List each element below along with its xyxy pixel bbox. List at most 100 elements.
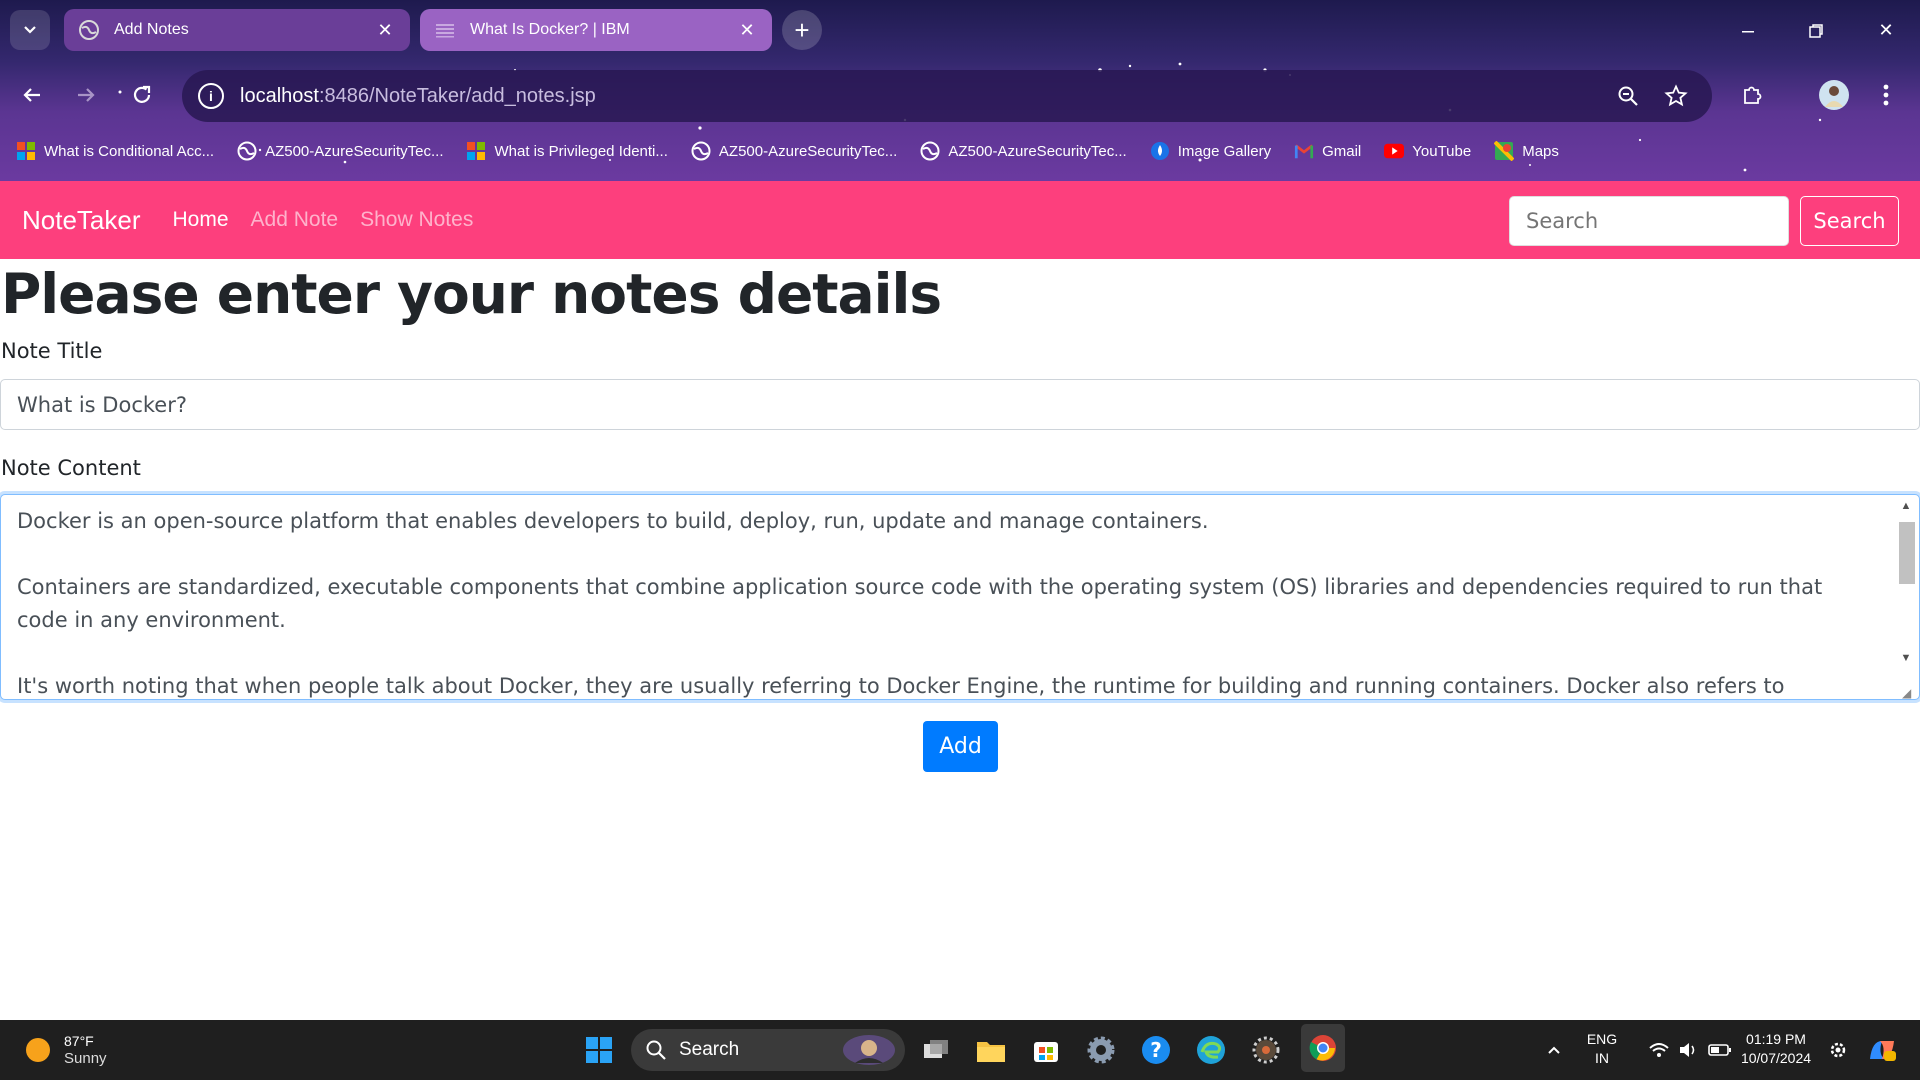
- bookmark-item[interactable]: Image Gallery: [1150, 141, 1271, 161]
- close-icon: ✕: [1878, 20, 1894, 40]
- menu-button[interactable]: [1866, 75, 1906, 115]
- brand-logo[interactable]: NoteTaker: [22, 205, 141, 236]
- nav-show-notes[interactable]: Show Notes: [360, 208, 473, 232]
- weather-widget[interactable]: 87°F Sunny: [26, 1032, 107, 1068]
- minimize-button[interactable]: [1714, 0, 1782, 61]
- sun-icon: [26, 1038, 50, 1062]
- zoom-icon[interactable]: [1608, 76, 1648, 116]
- site-info-icon[interactable]: i: [198, 83, 224, 109]
- search-input[interactable]: [1509, 196, 1789, 246]
- bookmark-label: Gmail: [1322, 142, 1362, 160]
- copilot-icon[interactable]: [1862, 1030, 1902, 1070]
- textarea-scrollbar[interactable]: ▲ ▼: [1895, 498, 1917, 696]
- globe-icon: [691, 141, 711, 161]
- bookmarks-bar: What is Conditional Acc... AZ500-AzureSe…: [0, 133, 1920, 169]
- note-content-textarea[interactable]: Docker is an open-source platform that e…: [0, 494, 1920, 700]
- clock-time: 01:19 PM: [1746, 1031, 1806, 1047]
- language-indicator[interactable]: ENG IN: [1582, 1030, 1622, 1068]
- close-icon[interactable]: ✕: [736, 19, 758, 41]
- edge-icon[interactable]: [1191, 1030, 1231, 1070]
- resize-grip-icon[interactable]: ◢: [1902, 686, 1916, 700]
- url-text[interactable]: localhost:8486/NoteTaker/add_notes.jsp: [240, 85, 1600, 108]
- close-window-button[interactable]: ✕: [1852, 0, 1920, 61]
- note-title-label: Note Title: [1, 339, 103, 363]
- bookmark-item[interactable]: Gmail: [1294, 141, 1361, 161]
- scroll-up-icon[interactable]: ▲: [1899, 500, 1913, 514]
- close-icon[interactable]: ✕: [374, 19, 396, 41]
- wifi-icon: [1649, 1043, 1669, 1057]
- address-bar[interactable]: i localhost:8486/NoteTaker/add_notes.jsp: [182, 70, 1712, 122]
- note-title-input[interactable]: What is Docker?: [0, 379, 1920, 430]
- chevron-up-icon[interactable]: [1534, 1030, 1574, 1070]
- url-host: localhost: [240, 84, 319, 107]
- file-explorer-icon[interactable]: [971, 1030, 1011, 1070]
- windows-taskbar: 87°F Sunny Search ? ENG IN 01:19 PM 10/0…: [0, 1020, 1920, 1080]
- tab-add-notes[interactable]: Add Notes ✕: [64, 9, 410, 51]
- bookmark-label: What is Conditional Acc...: [44, 142, 215, 160]
- search-button[interactable]: Search: [1800, 196, 1899, 246]
- gmail-icon: [1294, 141, 1314, 161]
- forward-button[interactable]: [66, 75, 106, 115]
- nav-add-note[interactable]: Add Note: [251, 208, 339, 232]
- reload-button[interactable]: [122, 75, 162, 115]
- minimize-icon: [1742, 30, 1754, 32]
- note-content-label: Note Content: [1, 456, 141, 480]
- search-highlight-icon: [843, 1035, 895, 1065]
- bookmark-item[interactable]: AZ500-AzureSecurityTec...: [920, 141, 1127, 161]
- bookmark-item[interactable]: AZ500-AzureSecurityTec...: [691, 141, 897, 161]
- avatar-icon: [1819, 80, 1849, 110]
- bookmark-item[interactable]: What is Conditional Acc...: [16, 141, 214, 161]
- microsoft-icon: [466, 141, 486, 161]
- puzzle-icon: [1744, 86, 1762, 104]
- start-button[interactable]: [579, 1030, 619, 1070]
- windows-icon: [586, 1037, 612, 1063]
- site-navbar: NoteTaker Home Add Note Show Notes Searc…: [0, 181, 1920, 259]
- task-view-icon[interactable]: [916, 1030, 956, 1070]
- restore-button[interactable]: [1782, 0, 1850, 61]
- bookmark-item[interactable]: Maps: [1494, 141, 1559, 161]
- gear-app-icon[interactable]: [1246, 1030, 1286, 1070]
- scroll-down-icon[interactable]: ▼: [1899, 652, 1913, 666]
- taskbar-search[interactable]: Search: [631, 1029, 905, 1071]
- add-button[interactable]: Add: [923, 721, 998, 772]
- profile-avatar[interactable]: [1812, 73, 1856, 117]
- bookmark-item[interactable]: AZ500-AzureSecurityTec...: [237, 141, 443, 161]
- bookmark-item[interactable]: What is Privileged Identi...: [466, 141, 668, 161]
- battery-icon: [1708, 1044, 1731, 1056]
- notification-settings-icon[interactable]: [1818, 1030, 1858, 1070]
- taskbar-search-label: Search: [679, 1039, 740, 1060]
- browser-toolbar: i localhost:8486/NoteTaker/add_notes.jsp: [0, 61, 1920, 129]
- tab-what-is-docker[interactable]: What Is Docker? | IBM ✕: [420, 9, 772, 51]
- language-top: ENG: [1586, 1031, 1618, 1047]
- nav-home[interactable]: Home: [173, 208, 229, 232]
- clock[interactable]: 01:19 PM 10/07/2024: [1736, 1030, 1816, 1068]
- temperature: 87°F: [64, 1033, 94, 1049]
- arrow-left-icon: [23, 88, 40, 102]
- help-icon[interactable]: ?: [1136, 1030, 1176, 1070]
- bookmark-label: Maps: [1522, 142, 1559, 160]
- url-path: :8486/NoteTaker/add_notes.jsp: [318, 84, 596, 107]
- new-tab-button[interactable]: +: [782, 10, 822, 50]
- scroll-thumb[interactable]: [1899, 522, 1915, 584]
- restore-icon: [1809, 23, 1823, 38]
- store-icon[interactable]: [1026, 1030, 1066, 1070]
- tab-search-button[interactable]: [10, 10, 50, 50]
- bookmark-label: Image Gallery: [1177, 142, 1272, 160]
- reload-icon: [133, 85, 151, 103]
- back-button[interactable]: [12, 75, 52, 115]
- extensions-button[interactable]: [1732, 75, 1772, 115]
- chrome-icon[interactable]: [1301, 1024, 1345, 1072]
- settings-icon[interactable]: [1081, 1030, 1121, 1070]
- bookmark-label: AZ500-AzureSecurityTec...: [718, 142, 898, 160]
- bookmark-label: AZ500-AzureSecurityTec...: [948, 142, 1127, 160]
- youtube-icon: [1384, 141, 1405, 161]
- more-vert-icon: [1883, 84, 1889, 106]
- drop-icon: [1150, 141, 1170, 161]
- bookmark-item[interactable]: YouTube: [1384, 141, 1471, 161]
- star-icon[interactable]: [1656, 76, 1696, 116]
- volume-icon: [1680, 1043, 1695, 1057]
- tab-title: Add Notes: [114, 21, 189, 38]
- system-tray-icons[interactable]: [1630, 1030, 1750, 1070]
